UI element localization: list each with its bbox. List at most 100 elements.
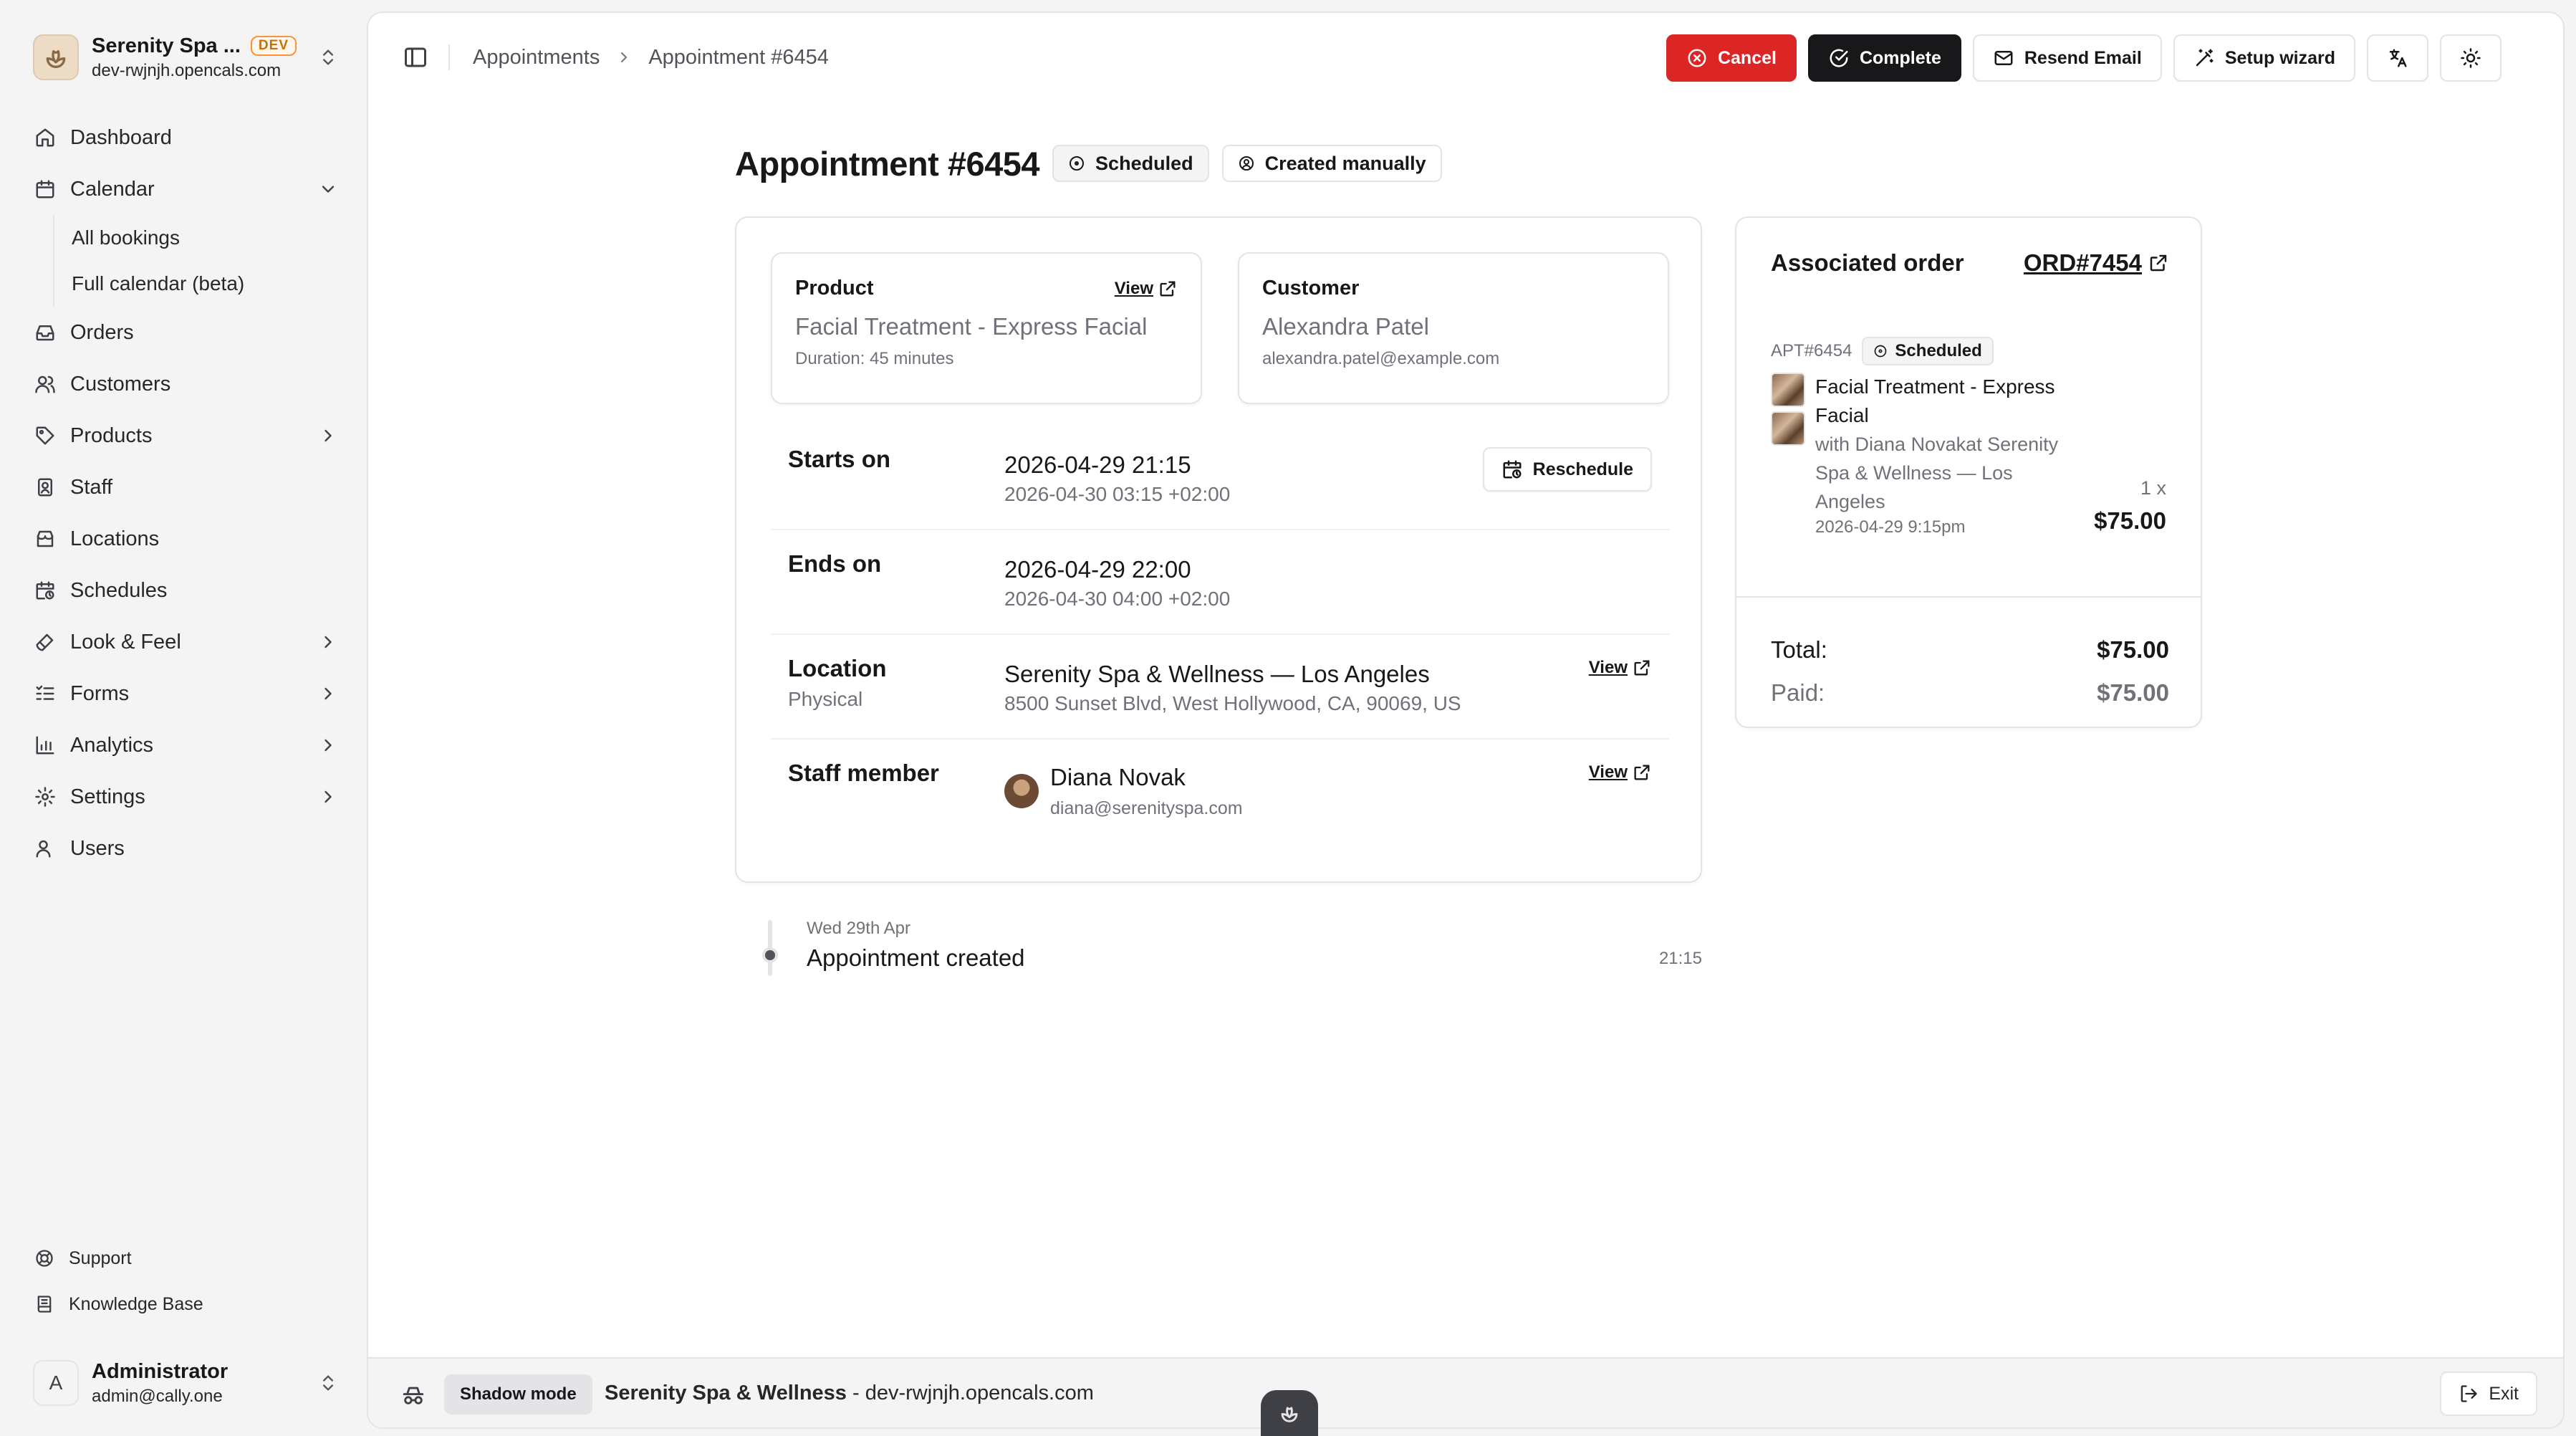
chevron-right-icon bbox=[318, 684, 338, 704]
associated-order-card: Associated order ORD#7454 APT#6454 Sched… bbox=[1735, 216, 2202, 728]
nav-settings[interactable]: Settings bbox=[33, 771, 338, 823]
nav-customers[interactable]: Customers bbox=[33, 358, 338, 410]
customer-card: Customer Alexandra Patel alexandra.patel… bbox=[1238, 252, 1669, 404]
sun-icon bbox=[2460, 47, 2481, 69]
nav-analytics-label: Analytics bbox=[70, 733, 154, 757]
order-item-with-1: with Diana Novakat Serenity bbox=[1815, 434, 2059, 455]
nav-dashboard-label: Dashboard bbox=[70, 125, 172, 149]
order-apt-status-label: Scheduled bbox=[1895, 341, 1982, 360]
order-item-with-2: Spa & Wellness — Los bbox=[1815, 462, 2013, 484]
setup-wizard-label: Setup wizard bbox=[2224, 47, 2335, 68]
resend-email-button[interactable]: Resend Email bbox=[1972, 34, 2162, 82]
order-price: $75.00 bbox=[2094, 507, 2166, 534]
staff-row: Staff member Diana Novak diana@serenitys… bbox=[771, 739, 1669, 844]
lotus-icon bbox=[42, 43, 70, 72]
book-icon bbox=[34, 1294, 54, 1314]
customer-name: Alexandra Patel bbox=[1262, 313, 1429, 340]
order-link[interactable]: ORD#7454 bbox=[2024, 249, 2169, 277]
translate-icon bbox=[2387, 47, 2408, 69]
nav-customers-label: Customers bbox=[70, 372, 171, 396]
language-button[interactable] bbox=[2367, 34, 2428, 82]
nav-settings-label: Settings bbox=[70, 785, 145, 808]
nav-orders-label: Orders bbox=[70, 320, 134, 344]
theme-toggle-button[interactable] bbox=[2440, 34, 2501, 82]
product-view-link[interactable]: View bbox=[1115, 279, 1178, 299]
user-icon bbox=[34, 838, 56, 859]
appointment-details-card: Product View Facial Treatment - Express … bbox=[735, 216, 1702, 883]
nav-knowledge-base-label: Knowledge Base bbox=[69, 1293, 203, 1314]
external-link-icon bbox=[1158, 279, 1178, 299]
title-row: Appointment #6454 Scheduled Created manu… bbox=[735, 142, 1442, 185]
nav-products[interactable]: Products bbox=[33, 410, 338, 461]
location-address: 8500 Sunset Blvd, West Hollywood, CA, 90… bbox=[1004, 692, 1461, 714]
product-duration: Duration: 45 minutes bbox=[795, 349, 954, 368]
nav-look-feel-label: Look & Feel bbox=[70, 630, 181, 654]
ends-value: 2026-04-29 22:00 bbox=[1004, 556, 1191, 583]
breadcrumb-appointments[interactable]: Appointments bbox=[473, 46, 600, 70]
paid-label: Paid: bbox=[1771, 679, 1825, 706]
widget-launcher[interactable] bbox=[1261, 1390, 1318, 1436]
divider bbox=[1736, 596, 2201, 598]
nav-calendar[interactable]: Calendar bbox=[33, 163, 338, 215]
staff-thumbnail bbox=[1771, 411, 1805, 446]
nav-knowledge-base[interactable]: Knowledge Base bbox=[33, 1281, 338, 1327]
nav-all-bookings[interactable]: All bookings bbox=[72, 215, 338, 261]
product-heading: Product bbox=[795, 277, 874, 300]
user-name: Administrator bbox=[92, 1359, 229, 1383]
timeline-event: Appointment created bbox=[807, 944, 1025, 971]
shadow-domain: - dev-rwjnjh.opencals.com bbox=[846, 1382, 1094, 1404]
timeline-date: Wed 29th Apr bbox=[807, 919, 910, 938]
location-view-link[interactable]: View bbox=[1589, 658, 1652, 678]
external-link-icon bbox=[2148, 252, 2169, 274]
starts-row: Starts on 2026-04-29 21:15 2026-04-30 03… bbox=[771, 426, 1669, 530]
nav-full-calendar[interactable]: Full calendar (beta) bbox=[72, 261, 338, 307]
cancel-button[interactable]: Cancel bbox=[1666, 34, 1797, 82]
dev-badge: DEV bbox=[250, 36, 297, 56]
main-nav: Dashboard Calendar All bookings Full cal… bbox=[33, 112, 338, 874]
chevron-right-icon bbox=[318, 787, 338, 807]
reschedule-label: Reschedule bbox=[1532, 459, 1633, 479]
total-label: Total: bbox=[1771, 636, 1827, 663]
setup-wizard-button[interactable]: Setup wizard bbox=[2173, 34, 2355, 82]
nav-schedules[interactable]: Schedules bbox=[33, 565, 338, 616]
ends-alt: 2026-04-30 04:00 +02:00 bbox=[1004, 588, 1231, 610]
support-nav: Support Knowledge Base bbox=[33, 1235, 338, 1327]
staff-email: diana@serenityspa.com bbox=[1050, 798, 1243, 818]
resend-email-label: Resend Email bbox=[2024, 47, 2142, 68]
id-badge-icon bbox=[34, 477, 56, 498]
nav-look-feel[interactable]: Look & Feel bbox=[33, 616, 338, 668]
reschedule-button[interactable]: Reschedule bbox=[1482, 447, 1652, 492]
nav-support[interactable]: Support bbox=[33, 1235, 338, 1281]
starts-value: 2026-04-29 21:15 bbox=[1004, 451, 1191, 478]
sidebar-toggle-icon[interactable] bbox=[403, 44, 428, 70]
order-appointment: APT#6454 Scheduled bbox=[1771, 337, 1994, 365]
mail-icon bbox=[1993, 47, 2014, 69]
nav-analytics[interactable]: Analytics bbox=[33, 719, 338, 771]
nav-locations[interactable]: Locations bbox=[33, 513, 338, 565]
nav-users[interactable]: Users bbox=[33, 823, 338, 874]
nav-dashboard[interactable]: Dashboard bbox=[33, 112, 338, 163]
nav-staff[interactable]: Staff bbox=[33, 461, 338, 513]
chevron-right-icon bbox=[615, 49, 633, 66]
user-email: admin@cally.one bbox=[92, 1386, 223, 1406]
lotus-icon bbox=[1277, 1401, 1302, 1425]
complete-button[interactable]: Complete bbox=[1807, 34, 1961, 82]
chevron-right-icon bbox=[318, 426, 338, 446]
location-name: Serenity Spa & Wellness — Los Angeles bbox=[1004, 661, 1430, 687]
exit-shadow-button[interactable]: Exit bbox=[2440, 1372, 2537, 1416]
nav-orders[interactable]: Orders bbox=[33, 307, 338, 358]
staff-view-link[interactable]: View bbox=[1589, 762, 1652, 782]
chevrons-up-down-icon bbox=[318, 1373, 338, 1393]
nav-forms[interactable]: Forms bbox=[33, 668, 338, 719]
location-view-label: View bbox=[1588, 658, 1628, 677]
customer-email: alexandra.patel@example.com bbox=[1262, 349, 1500, 368]
order-item-date: 2026-04-29 9:15pm bbox=[1815, 517, 1966, 537]
clock-icon bbox=[1873, 344, 1888, 358]
org-switcher[interactable]: Serenity Spa ... DEV dev-rwjnjh.opencals… bbox=[33, 32, 338, 83]
cancel-button-label: Cancel bbox=[1717, 47, 1777, 68]
user-menu[interactable]: A Administrator admin@cally.one bbox=[33, 1357, 338, 1409]
nav-calendar-label: Calendar bbox=[70, 177, 155, 201]
nav-staff-label: Staff bbox=[70, 475, 113, 499]
order-qty: 1 x bbox=[2140, 477, 2166, 499]
complete-button-label: Complete bbox=[1859, 47, 1941, 68]
